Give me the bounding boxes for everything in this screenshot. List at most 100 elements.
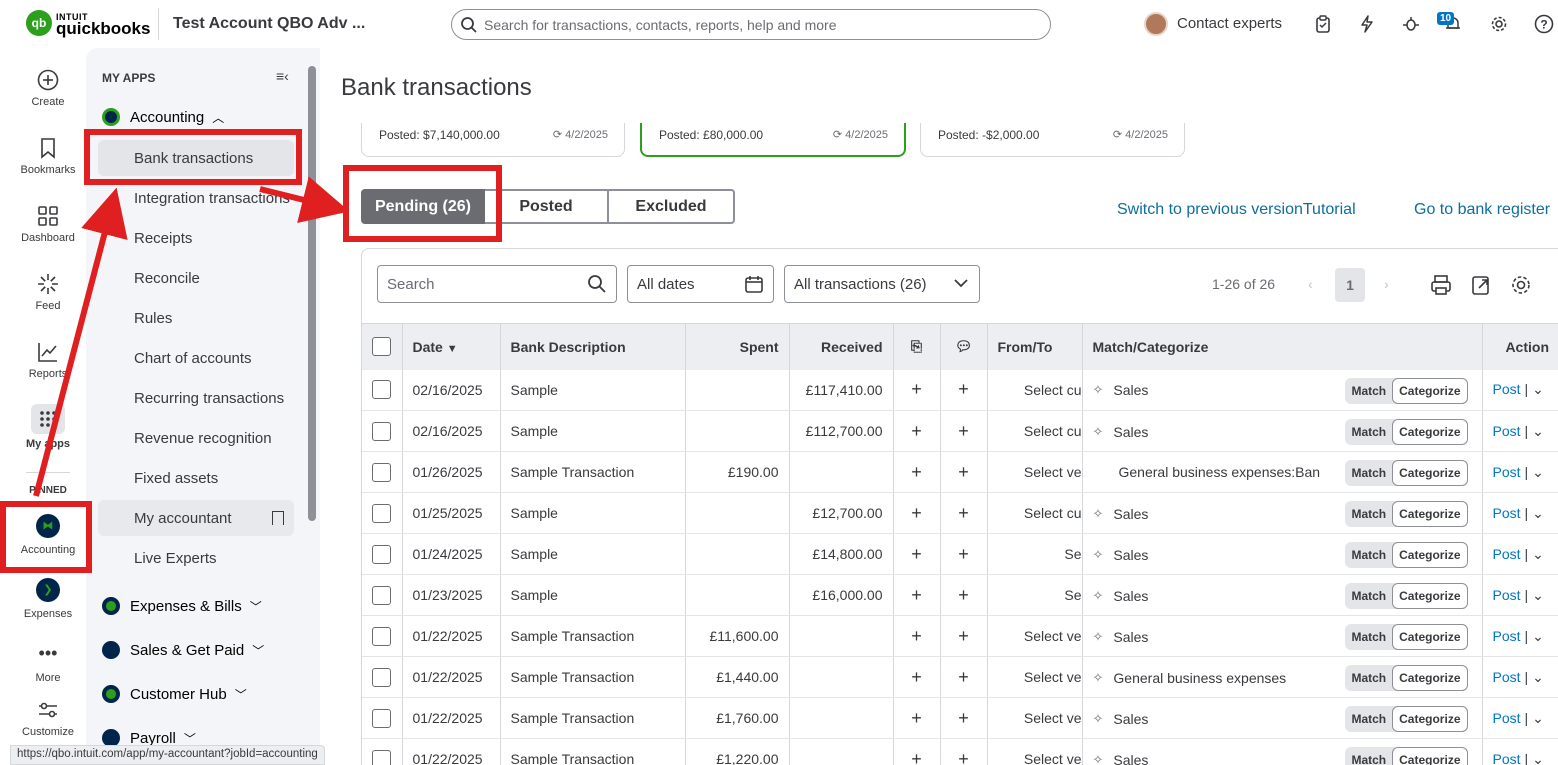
add-attachment-icon[interactable]: +	[893, 615, 941, 657]
table-row[interactable]: 01/24/2025 Sample £14,800.00 + + Se ✧ Sales Matc…	[362, 533, 1558, 575]
menu-item-fixed-assets[interactable]: Fixed assets	[134, 470, 218, 487]
chevron-down-icon[interactable]: ⌄	[1532, 423, 1544, 439]
help-icon[interactable]: ?	[1533, 13, 1555, 35]
categorize-button[interactable]: Categorize	[1392, 501, 1468, 527]
collapse-menu-icon[interactable]: ≡‹	[276, 68, 289, 84]
rail-expenses[interactable]: ❯ Expenses	[12, 578, 84, 620]
add-comment-icon[interactable]: +	[940, 738, 988, 765]
add-attachment-icon[interactable]: +	[893, 738, 941, 765]
header-date[interactable]: Date ▼	[402, 323, 501, 370]
row-from-to[interactable]: Select ve	[987, 656, 1083, 698]
post-button[interactable]: Post	[1493, 505, 1521, 521]
categorize-button[interactable]: Categorize	[1392, 377, 1468, 404]
row-from-to[interactable]: Se	[987, 574, 1083, 616]
menu-item-revenue-recognition[interactable]: Revenue recognition	[134, 430, 272, 447]
menu-item-rules[interactable]: Rules	[134, 310, 172, 327]
row-checkbox[interactable]	[372, 380, 392, 400]
menu-item-live-experts[interactable]: Live Experts	[134, 550, 217, 567]
row-select[interactable]	[362, 615, 403, 657]
add-comment-icon[interactable]: +	[940, 369, 988, 411]
add-attachment-icon[interactable]: +	[893, 697, 941, 739]
chevron-down-icon[interactable]: ⌄	[1532, 669, 1544, 685]
row-select[interactable]	[362, 533, 403, 575]
row-checkbox[interactable]	[372, 667, 392, 687]
menu-section-expenses[interactable]: Expenses & Bills ﹀	[102, 597, 262, 615]
row-category[interactable]: Sales	[1113, 711, 1148, 727]
post-button[interactable]: Post	[1493, 669, 1521, 685]
bank-register-link[interactable]: Go to bank register	[1414, 201, 1550, 219]
menu-scrollbar[interactable]	[308, 66, 316, 521]
row-checkbox[interactable]	[372, 626, 392, 646]
company-name[interactable]: Test Account QBO Adv ...	[173, 15, 365, 33]
post-button[interactable]: Post	[1493, 423, 1521, 439]
expert-avatar[interactable]	[1144, 12, 1168, 36]
rail-dashboard[interactable]: Dashboard	[12, 204, 84, 244]
table-row[interactable]: 01/22/2025 Sample Transaction £1,440.00 + + S…	[362, 656, 1558, 698]
row-select[interactable]	[362, 451, 403, 493]
global-search-input[interactable]: Search for transactions, contacts, repor…	[451, 9, 1051, 40]
row-category[interactable]: General business expenses:Ban	[1119, 464, 1321, 480]
export-icon[interactable]	[1470, 274, 1492, 296]
post-button[interactable]: Post	[1493, 381, 1521, 397]
add-comment-icon[interactable]: +	[940, 697, 988, 739]
row-from-to[interactable]: Select cu	[987, 492, 1083, 534]
add-attachment-icon[interactable]: +	[893, 656, 941, 698]
chevron-down-icon[interactable]: ⌄	[1532, 505, 1544, 521]
table-row[interactable]: 01/26/2025 Sample Transaction £190.00 + + Sel…	[362, 451, 1558, 493]
lightning-icon[interactable]	[1356, 13, 1378, 35]
chevron-down-icon[interactable]: ⌄	[1532, 710, 1544, 726]
account-card[interactable]: Posted: $7,140,000.00 ⟳ 4/2/2025	[361, 123, 625, 157]
categorize-button[interactable]: Categorize	[1392, 706, 1468, 732]
row-select[interactable]	[362, 697, 403, 739]
categorize-button[interactable]: Categorize	[1392, 460, 1468, 486]
add-attachment-icon[interactable]: +	[893, 369, 941, 411]
menu-item-recurring-transactions[interactable]: Recurring transactions	[134, 390, 284, 407]
prev-page-icon[interactable]: ‹	[1308, 276, 1313, 292]
row-category[interactable]: General business expenses	[1113, 670, 1286, 686]
table-row[interactable]: 02/16/2025 Sample £112,700.00 + + Select cu ✧ S…	[362, 410, 1558, 452]
post-button[interactable]: Post	[1493, 751, 1521, 765]
switch-version-link[interactable]: Switch to previous versionTutorial	[1117, 201, 1356, 219]
rail-more[interactable]: ••• More	[12, 644, 84, 684]
tab-posted[interactable]: Posted	[485, 189, 609, 224]
add-attachment-icon[interactable]: +	[893, 574, 941, 616]
chevron-down-icon[interactable]: ⌄	[1532, 751, 1544, 765]
contact-experts-link[interactable]: Contact experts	[1177, 15, 1282, 32]
add-attachment-icon[interactable]: +	[893, 492, 941, 534]
rail-my-apps[interactable]: My apps	[12, 404, 84, 450]
row-from-to[interactable]: Select cu	[987, 410, 1083, 452]
table-row[interactable]: 01/22/2025 Sample Transaction £1,220.00 + + S…	[362, 738, 1558, 765]
row-checkbox[interactable]	[372, 544, 392, 564]
bookmark-icon[interactable]	[272, 511, 284, 525]
row-select[interactable]	[362, 369, 403, 411]
table-row[interactable]: 01/23/2025 Sample £16,000.00 + + Se ✧ Sales Matc…	[362, 574, 1558, 616]
row-checkbox[interactable]	[372, 749, 392, 765]
row-checkbox[interactable]	[372, 462, 392, 482]
table-row[interactable]: 02/16/2025 Sample £117,410.00 + + Select cu ✧ S…	[362, 369, 1558, 411]
table-row[interactable]: 01/25/2025 Sample £12,700.00 + + Select cu ✧ Sa…	[362, 492, 1558, 534]
post-button[interactable]: Post	[1493, 546, 1521, 562]
categorize-button[interactable]: Categorize	[1392, 583, 1468, 609]
chevron-down-icon[interactable]: ⌄	[1532, 587, 1544, 603]
row-checkbox[interactable]	[372, 421, 392, 441]
match-button[interactable]: Match	[1345, 630, 1392, 644]
match-button[interactable]: Match	[1345, 671, 1392, 685]
row-select[interactable]	[362, 492, 403, 534]
row-select[interactable]	[362, 738, 403, 765]
transaction-filter[interactable]: All transactions (26)	[784, 265, 980, 303]
row-category[interactable]: Sales	[1113, 506, 1148, 522]
menu-item-receipts[interactable]: Receipts	[134, 230, 192, 247]
match-button[interactable]: Match	[1345, 712, 1392, 726]
row-from-to[interactable]: Se	[987, 533, 1083, 575]
match-button[interactable]: Match	[1345, 384, 1392, 398]
row-category[interactable]: Sales	[1113, 382, 1148, 398]
add-comment-icon[interactable]: +	[940, 615, 988, 657]
categorize-button[interactable]: Categorize	[1392, 665, 1468, 691]
categorize-button[interactable]: Categorize	[1392, 542, 1468, 568]
tab-excluded[interactable]: Excluded	[609, 189, 735, 224]
add-attachment-icon[interactable]: +	[893, 451, 941, 493]
row-category[interactable]: Sales	[1113, 588, 1148, 604]
match-button[interactable]: Match	[1345, 507, 1392, 521]
rail-feed[interactable]: Feed	[12, 272, 84, 312]
quickbooks-logo[interactable]: qb INTUIT quickbooks	[26, 10, 150, 37]
